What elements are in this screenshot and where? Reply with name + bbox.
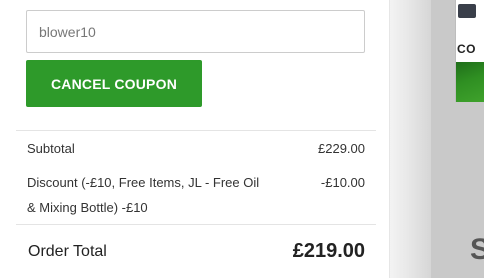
order-total-value: £219.00 — [292, 240, 365, 262]
discount-label-line2: & Mixing Bottle) -£10 — [27, 200, 148, 215]
background-heading-fragment: S — [470, 233, 484, 266]
discount-label-line1: Discount (-£10, Free Items, JL - Free Oi… — [27, 175, 260, 190]
product-label-text: CO — [457, 42, 476, 56]
product-image: CO — [455, 0, 484, 102]
cancel-coupon-button[interactable]: CANCEL COUPON — [26, 60, 202, 107]
cart-summary-page: CANCEL COUPON Subtotal £229.00 Discount … — [0, 0, 484, 278]
order-total-label: Order Total — [28, 243, 107, 260]
panel-edge-shadow — [389, 0, 431, 278]
coupon-code-input[interactable] — [26, 10, 365, 53]
grass-graphic — [456, 62, 484, 102]
discount-value: -£10.00 — [320, 175, 365, 190]
product-label-graphic — [458, 4, 476, 18]
divider — [16, 130, 376, 131]
divider — [16, 224, 376, 225]
subtotal-label: Subtotal — [27, 141, 75, 156]
subtotal-value: £229.00 — [318, 141, 365, 156]
